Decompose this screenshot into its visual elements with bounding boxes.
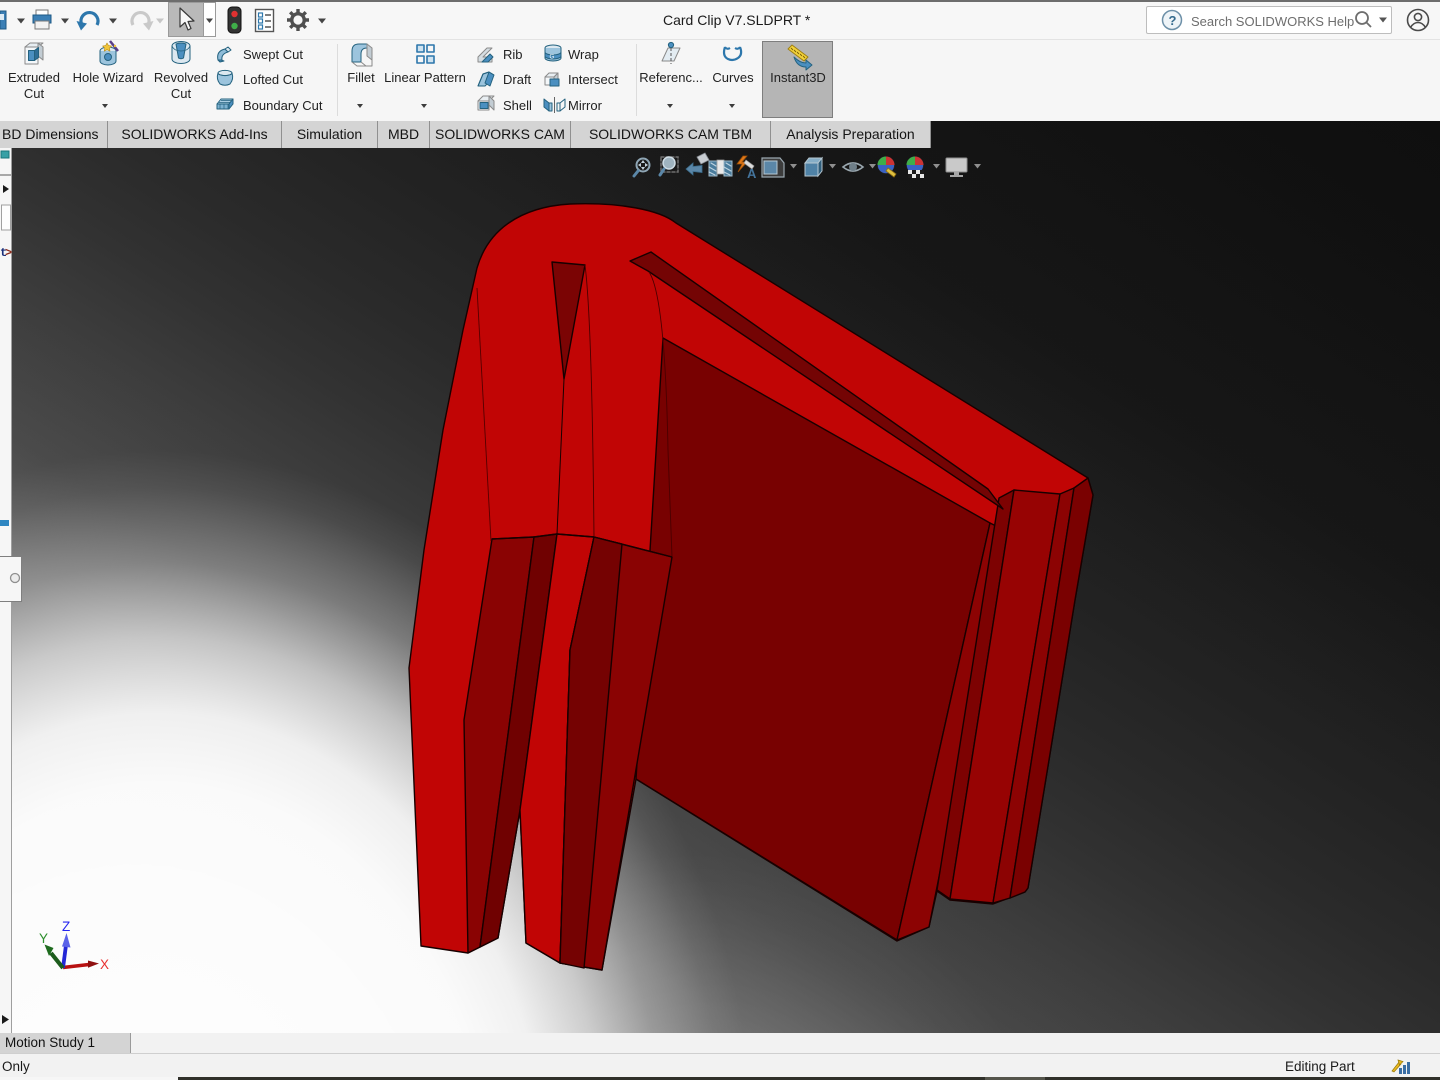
svg-text:Z: Z	[62, 919, 70, 934]
svg-text:>: >	[5, 246, 12, 260]
svg-text:?: ?	[1169, 13, 1177, 28]
svg-text:G: G	[550, 55, 555, 61]
svg-text:X: X	[100, 957, 109, 972]
svg-text:A: A	[747, 166, 757, 181]
svg-text:Y: Y	[39, 931, 48, 946]
